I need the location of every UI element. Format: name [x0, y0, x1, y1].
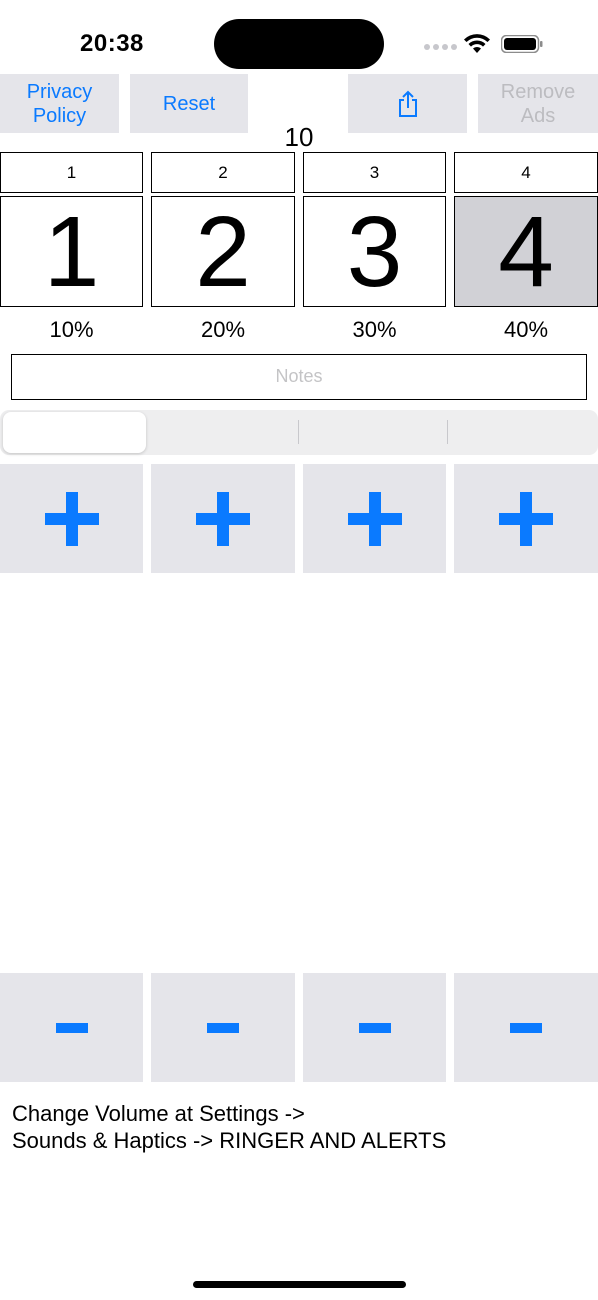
- privacy-policy-button[interactable]: Privacy Policy: [0, 74, 119, 133]
- segment-2[interactable]: [149, 412, 298, 453]
- column-percent-4: 40%: [503, 317, 549, 342]
- column-label-3[interactable]: 3: [303, 152, 446, 193]
- segment-divider: [298, 420, 299, 444]
- remove-ads-button[interactable]: Remove Ads: [478, 74, 598, 133]
- volume-help-text: Change Volume at Settings -> Sounds & Ha…: [12, 1101, 447, 1153]
- column-label-4[interactable]: 4: [454, 152, 598, 193]
- column-label-2[interactable]: 2: [151, 152, 295, 193]
- total-count: 10: [284, 122, 314, 152]
- decrement-button-4[interactable]: [454, 973, 598, 1082]
- increment-button-4[interactable]: [454, 464, 598, 573]
- column-count-3[interactable]: 3: [303, 196, 446, 307]
- plus-icon: [499, 491, 553, 546]
- column-count-2[interactable]: 2: [151, 196, 295, 307]
- column-count-4[interactable]: 4: [454, 196, 598, 307]
- reset-label: Reset: [162, 92, 216, 115]
- column-percent-1: 10%: [49, 317, 94, 342]
- cellular-signal-icon: [424, 44, 457, 50]
- increment-button-1[interactable]: [0, 464, 143, 573]
- decrement-button-1[interactable]: [0, 973, 143, 1082]
- decrement-button-3[interactable]: [303, 973, 446, 1082]
- segment-3[interactable]: [299, 412, 448, 453]
- minus-icon: [55, 1022, 88, 1033]
- segmented-control: [0, 410, 598, 455]
- plus-icon: [44, 491, 99, 546]
- reset-button[interactable]: Reset: [130, 74, 248, 133]
- privacy-policy-label: Privacy Policy: [26, 80, 93, 127]
- plus-icon: [196, 491, 250, 546]
- segment-1[interactable]: [3, 412, 146, 453]
- share-button[interactable]: [348, 74, 467, 133]
- dynamic-island: [214, 19, 384, 69]
- notes-field[interactable]: Notes: [11, 354, 587, 400]
- plus-icon: [347, 491, 402, 546]
- minus-icon: [358, 1022, 391, 1033]
- column-percent-3: 30%: [352, 317, 397, 342]
- increment-button-2[interactable]: [151, 464, 295, 573]
- column-label-1[interactable]: 1: [0, 152, 143, 193]
- decrement-button-2[interactable]: [151, 973, 295, 1082]
- wifi-icon: [464, 34, 490, 53]
- home-indicator[interactable]: [193, 1281, 406, 1288]
- remove-ads-label: Remove Ads: [500, 80, 576, 127]
- increment-button-3[interactable]: [303, 464, 446, 573]
- column-percent-2: 20%: [200, 317, 246, 342]
- column-count-1[interactable]: 1: [0, 196, 143, 307]
- segment-divider: [447, 420, 448, 444]
- battery-icon: [501, 35, 543, 53]
- minus-icon: [207, 1022, 239, 1033]
- minus-icon: [510, 1022, 542, 1033]
- share-icon: [398, 90, 417, 117]
- status-time: 20:38: [80, 30, 144, 57]
- segment-4[interactable]: [449, 412, 596, 453]
